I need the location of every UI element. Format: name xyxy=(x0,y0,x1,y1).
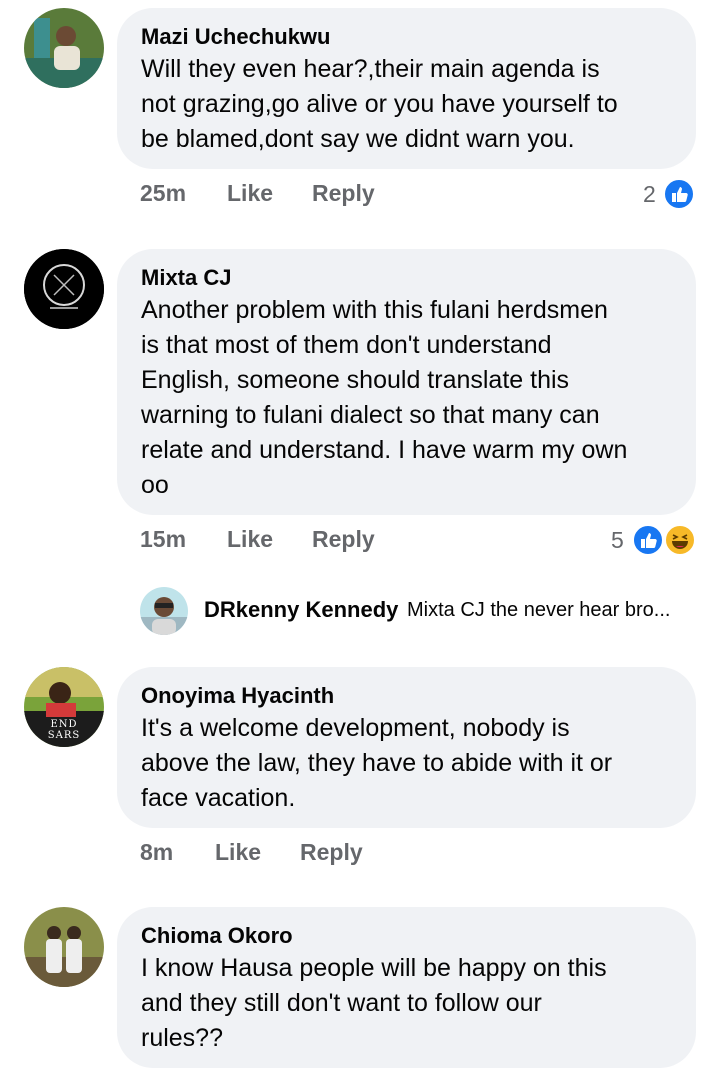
reaction-count: 2 xyxy=(643,181,656,207)
reply-button[interactable]: Reply xyxy=(312,526,375,553)
like-button[interactable]: Like xyxy=(227,180,273,207)
timestamp[interactable]: 15m xyxy=(140,526,186,553)
reply-avatar[interactable] xyxy=(140,587,188,635)
comment-line: Will they even hear?,their main agenda i… xyxy=(141,55,600,83)
comment-line: not grazing,go alive or you have yoursel… xyxy=(141,90,618,118)
comment-line: rules?? xyxy=(141,1024,223,1052)
avatar[interactable] xyxy=(24,8,104,88)
comment-line: English, someone should translate this xyxy=(141,366,570,394)
comment-bubble: Onoyima Hyacinth It's a welcome developm… xyxy=(117,667,696,828)
comment-actions: 15m Like Reply 5 xyxy=(140,520,700,560)
comment-line: oo xyxy=(141,471,169,499)
comment-bubble: Mazi Uchechukwu Will they even hear?,the… xyxy=(117,8,696,169)
reply-preview[interactable]: DRkenny Kennedy Mixta CJ the never hear … xyxy=(140,585,700,637)
reaction-summary[interactable]: 2 xyxy=(640,174,700,214)
like-button[interactable]: Like xyxy=(227,526,273,553)
avatar[interactable]: END SARS xyxy=(24,667,104,747)
comment-line: above the law, they have to abide with i… xyxy=(141,749,613,777)
comment-actions: 25m Like Reply 2 xyxy=(140,174,700,214)
comment-line: I know Hausa people will be happy on thi… xyxy=(141,954,607,982)
reply-author[interactable]: DRkenny Kennedy xyxy=(204,597,398,623)
comment-line: face vacation. xyxy=(141,784,296,812)
comment-text: Another problem with this fulani herdsme… xyxy=(141,293,672,503)
comment-text: I know Hausa people will be happy on thi… xyxy=(141,951,672,1056)
reply-text: Mixta CJ the never hear bro... xyxy=(407,599,671,621)
comment-bubble: Mixta CJ Another problem with this fulan… xyxy=(117,249,696,515)
comment-actions: 8m Like Reply xyxy=(140,833,700,873)
comment-line: relate and understand. I have warm my ow… xyxy=(141,436,628,464)
reply-button[interactable]: Reply xyxy=(312,180,375,207)
reaction-count: 5 xyxy=(611,527,624,553)
comment-line: is that most of them don't understand xyxy=(141,331,552,359)
comment-text: It's a welcome development, nobody is ab… xyxy=(141,711,672,816)
comment-author[interactable]: Mixta CJ xyxy=(141,263,672,293)
like-icon xyxy=(631,523,665,557)
comment-line: warning to fulani dialect so that many c… xyxy=(141,401,600,429)
reply-button[interactable]: Reply xyxy=(300,839,363,866)
comment-author[interactable]: Chioma Okoro xyxy=(141,921,672,951)
comment-text: Will they even hear?,their main agenda i… xyxy=(141,52,672,157)
haha-icon xyxy=(663,523,697,557)
timestamp[interactable]: 25m xyxy=(140,180,186,207)
timestamp[interactable]: 8m xyxy=(140,839,173,866)
like-button[interactable]: Like xyxy=(215,839,261,866)
comment-bubble: Chioma Okoro I know Hausa people will be… xyxy=(117,907,696,1068)
comment-line: be blamed,dont say we didnt warn you. xyxy=(141,125,575,153)
end-sars-text: END SARS xyxy=(47,719,81,741)
avatar[interactable] xyxy=(24,249,104,329)
avatar[interactable] xyxy=(24,907,104,987)
like-icon xyxy=(662,177,696,211)
reaction-summary[interactable]: 5 xyxy=(608,520,700,560)
comment-line: and they still don't want to follow our xyxy=(141,989,542,1017)
comment-line: It's a welcome development, nobody is xyxy=(141,714,570,742)
comment-author[interactable]: Onoyima Hyacinth xyxy=(141,681,672,711)
comment-line: Another problem with this fulani herdsme… xyxy=(141,296,608,324)
comment-author[interactable]: Mazi Uchechukwu xyxy=(141,22,672,52)
